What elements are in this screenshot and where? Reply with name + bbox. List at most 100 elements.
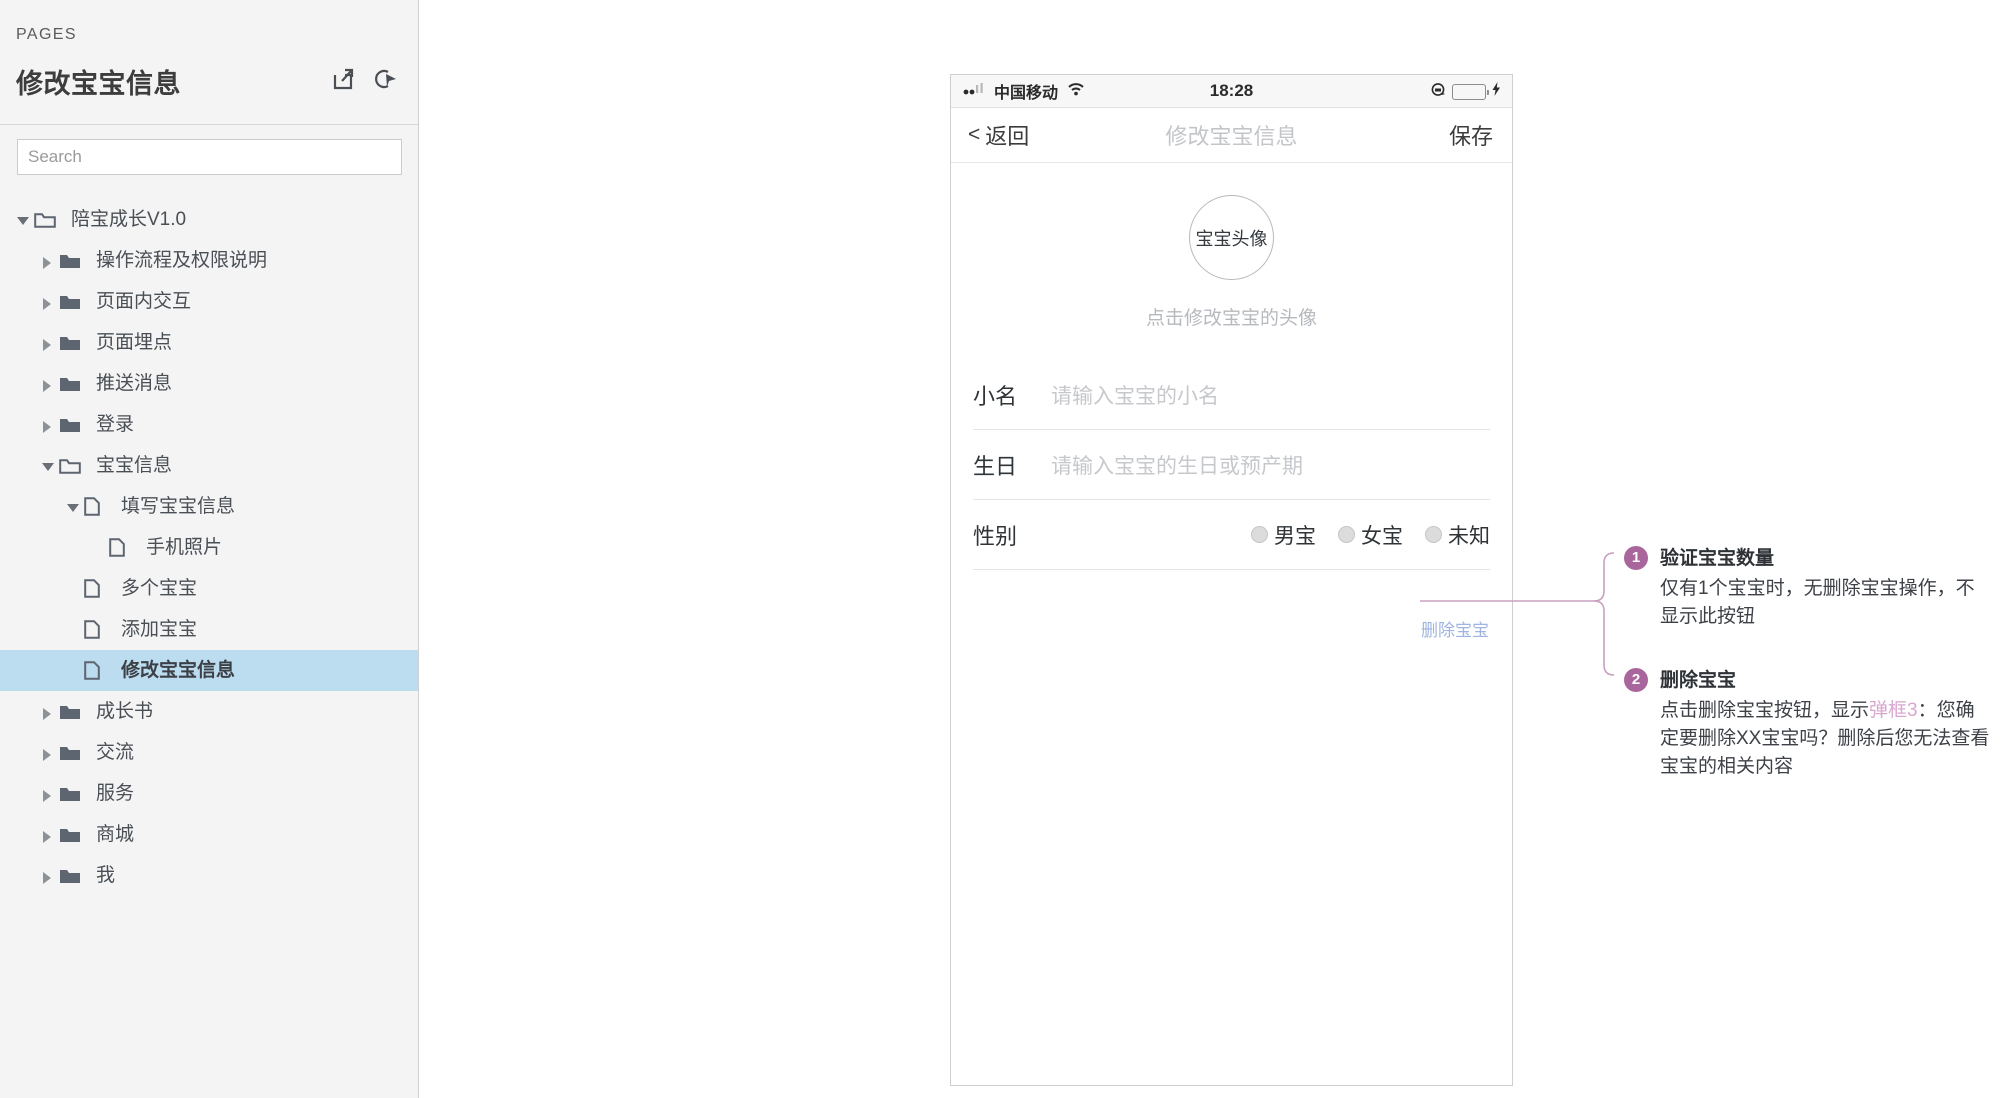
gender-option-label: 女宝: [1361, 524, 1403, 548]
tree-item-label: 陪宝成长V1.0: [71, 209, 187, 230]
tree-item[interactable]: 推送消息: [0, 363, 418, 404]
radio-button[interactable]: [1338, 526, 1355, 543]
tree-item-label: 宝宝信息: [96, 455, 173, 476]
tree-item-label: 页面埋点: [96, 332, 173, 353]
save-button[interactable]: 保存: [1449, 119, 1493, 151]
chevron-right-icon[interactable]: [37, 824, 59, 846]
annotation-2-title: 删除宝宝: [1660, 670, 1737, 691]
folder-icon: [59, 293, 87, 311]
annotation-1-body-pre: 仅有1个宝宝时，无删除宝宝操作，不显示此按钮: [1660, 578, 1975, 627]
tree-item[interactable]: 操作流程及权限说明: [0, 240, 418, 281]
form-row-label: 生日: [973, 453, 1018, 479]
chevron-right-icon[interactable]: [37, 250, 59, 272]
tree-item-label: 推送消息: [96, 373, 173, 394]
chevron-right-icon[interactable]: [37, 783, 59, 805]
folder-icon: [59, 375, 87, 393]
tree-item[interactable]: 多个宝宝: [0, 568, 418, 609]
tree-item[interactable]: 宝宝信息: [0, 445, 418, 486]
battery-icon: [1452, 83, 1489, 100]
chevron-down-icon[interactable]: [12, 209, 34, 231]
avatar-section: 宝宝头像 点击修改宝宝的头像: [951, 163, 1512, 330]
annotation-2-badge: 2: [1624, 668, 1648, 692]
form-row-label: 小名: [973, 383, 1018, 409]
sidebar-header: PAGES 修改宝宝信息: [0, 0, 418, 124]
chevron-right-icon[interactable]: [37, 414, 59, 436]
chevron-down-icon[interactable]: [62, 496, 84, 518]
form-row-input[interactable]: 请输入宝宝的生日或预产期: [1051, 450, 1303, 480]
chevron-right-icon[interactable]: [37, 373, 59, 395]
pages-section-label: PAGES: [16, 26, 77, 43]
tree-item[interactable]: 手机照片: [0, 527, 418, 568]
nav-title: 修改宝宝信息: [1165, 124, 1298, 149]
gender-option-label: 未知: [1448, 524, 1490, 548]
gender-option[interactable]: 女宝: [1338, 520, 1403, 550]
annotation-2: 2 删除宝宝 点击删除宝宝按钮，显示弹框3：您确定要删除XX宝宝吗？删除后您无法…: [1624, 667, 1990, 781]
tree-item[interactable]: 修改宝宝信息: [0, 650, 418, 691]
tree-item[interactable]: 交流: [0, 732, 418, 773]
chevron-right-icon[interactable]: [37, 742, 59, 764]
tree-item[interactable]: 页面埋点: [0, 322, 418, 363]
status-bar-time: 18:28: [1209, 81, 1254, 100]
cursor-pointer-icon[interactable]: [374, 68, 398, 90]
gender-option[interactable]: 男宝: [1251, 520, 1316, 550]
annotation-2-body-highlight: 弹框3: [1869, 700, 1918, 721]
lightning-bolt-icon: [1492, 82, 1501, 101]
chevron-right-icon[interactable]: [37, 701, 59, 723]
chevron-right-icon[interactable]: [37, 865, 59, 887]
tree-item-label: 商城: [96, 824, 135, 845]
page-icon: [84, 497, 112, 516]
baby-info-form: 小名 请输入宝宝的小名生日 请输入宝宝的生日或预产期性别 男宝 女宝 未知: [951, 360, 1512, 570]
search-input[interactable]: [17, 139, 402, 175]
tree-item[interactable]: 填写宝宝信息: [0, 486, 418, 527]
app-root: PAGES 修改宝宝信息 Search 陪宝成长V1.0 操作流程及权限说明 页…: [0, 0, 2002, 1098]
tree-item-label: 操作流程及权限说明: [96, 250, 268, 271]
form-row[interactable]: 生日 请输入宝宝的生日或预产期: [973, 430, 1490, 500]
search-container: [0, 125, 418, 185]
folder-open-icon: [34, 211, 62, 229]
page-icon: [84, 620, 112, 639]
gender-label: 性别: [973, 523, 1018, 549]
share-export-icon[interactable]: [332, 68, 354, 90]
tree-item-label: 手机照片: [146, 537, 223, 558]
annotation-2-body: 点击删除宝宝按钮，显示弹框3：您确定要删除XX宝宝吗？删除后您无法查看宝宝的相关…: [1660, 697, 1990, 781]
annotation-1-body: 仅有1个宝宝时，无删除宝宝操作，不显示此按钮: [1660, 575, 1990, 631]
chevron-right-icon[interactable]: [37, 291, 59, 313]
folder-icon: [59, 416, 87, 434]
tree-item[interactable]: 服务: [0, 773, 418, 814]
annotation-1-badge: 1: [1624, 546, 1648, 570]
sidebar-header-actions: [332, 68, 398, 90]
delete-baby-link[interactable]: 删除宝宝: [1421, 616, 1489, 641]
pages-sidebar: PAGES 修改宝宝信息 Search 陪宝成长V1.0 操作流程及权限说明 页…: [0, 0, 419, 1098]
folder-icon: [59, 826, 87, 844]
tree-item[interactable]: 页面内交互: [0, 281, 418, 322]
page-icon: [84, 661, 112, 680]
tree-item-label: 页面内交互: [96, 291, 192, 312]
chevron-right-icon[interactable]: [37, 332, 59, 354]
tree-item[interactable]: 陪宝成长V1.0: [0, 199, 418, 240]
radio-button[interactable]: [1425, 526, 1442, 543]
avatar-hint: 点击修改宝宝的头像: [1145, 308, 1317, 329]
radio-button[interactable]: [1251, 526, 1268, 543]
form-row[interactable]: 小名 请输入宝宝的小名: [973, 360, 1490, 430]
tree-item[interactable]: 我: [0, 855, 418, 896]
gender-row: 性别 男宝 女宝 未知: [973, 500, 1490, 570]
tree-item[interactable]: 成长书: [0, 691, 418, 732]
rotation-lock-icon: [1431, 82, 1446, 102]
phone-mockup: 中国移动 18:28 < 返回 修改宝宝信息 保存 宝宝头像 点击修改宝宝的头像…: [950, 74, 1513, 1086]
folder-open-icon: [59, 457, 87, 475]
avatar[interactable]: 宝宝头像: [1189, 195, 1274, 280]
chevron-down-icon[interactable]: [37, 455, 59, 477]
folder-icon: [59, 703, 87, 721]
tree-item-label: 服务: [96, 783, 135, 804]
tree-item[interactable]: 商城: [0, 814, 418, 855]
folder-icon: [59, 744, 87, 762]
tree-item[interactable]: 添加宝宝: [0, 609, 418, 650]
form-row-input[interactable]: 请输入宝宝的小名: [1051, 380, 1219, 410]
page-icon: [109, 538, 137, 557]
tree-item[interactable]: 登录: [0, 404, 418, 445]
gender-option[interactable]: 未知: [1425, 520, 1490, 550]
